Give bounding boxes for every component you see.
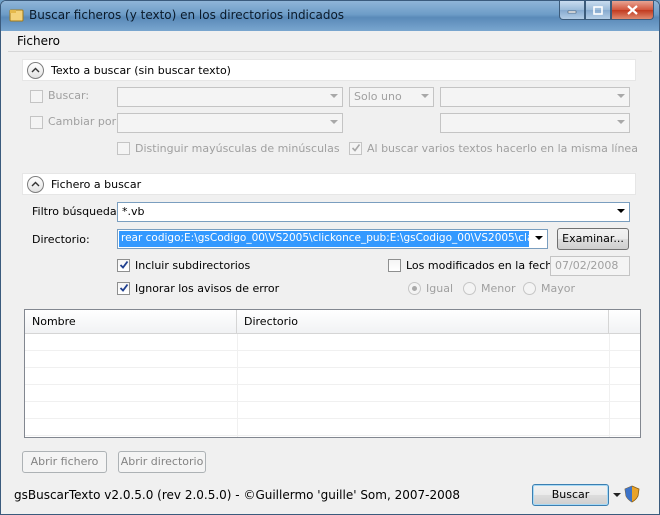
maximize-button[interactable] — [585, 1, 611, 20]
filtro-combo[interactable]: *.vb — [117, 202, 630, 222]
texto-group-header: Texto a buscar (sin buscar texto) — [22, 59, 636, 81]
checkmark-icon — [119, 260, 129, 269]
chevron-down-icon — [330, 94, 338, 98]
cambiar-checkbox[interactable] — [30, 116, 43, 129]
modificados-checkbox[interactable] — [388, 259, 401, 272]
close-icon — [627, 5, 638, 15]
chevron-down-icon — [421, 94, 429, 98]
fichero-collapse-button[interactable] — [27, 175, 44, 193]
abrir-directorio-button[interactable]: Abrir directorio — [118, 451, 206, 473]
table-row — [25, 402, 640, 419]
chevron-down-icon — [330, 120, 338, 124]
ignorar-checkbox[interactable] — [117, 282, 130, 295]
distinguir-checkbox[interactable] — [117, 142, 130, 155]
minimize-button[interactable] — [559, 1, 585, 20]
igual-radio[interactable] — [408, 282, 421, 295]
fecha-field[interactable]: 07/02/2008 — [550, 256, 630, 276]
chevron-up-icon — [31, 67, 40, 73]
modo-combo[interactable]: Solo uno — [349, 87, 434, 107]
distinguir-label: Distinguir mayúsculas de minúsculas — [135, 142, 340, 155]
texto-collapse-button[interactable] — [27, 61, 44, 79]
app-icon — [9, 9, 24, 22]
mayor-radio[interactable] — [523, 282, 536, 295]
minimize-icon — [567, 10, 577, 14]
table-row — [25, 334, 640, 351]
texto-group-title: Texto a buscar (sin buscar texto) — [51, 63, 231, 77]
title-bar[interactable]: Buscar ficheros (y texto) en los directo… — [1, 1, 659, 31]
misma-linea-checkbox[interactable] — [349, 142, 362, 155]
misma-linea-label: Al buscar varios textos hacerlo en la mi… — [367, 142, 638, 155]
mayor-label: Mayor — [541, 282, 575, 295]
close-button[interactable] — [611, 1, 654, 20]
menu-fichero[interactable]: Fichero — [17, 34, 60, 48]
ignorar-label: Ignorar los avisos de error — [135, 282, 280, 295]
chevron-up-icon — [31, 181, 40, 187]
cambiar-label: Cambiar por: — [48, 115, 120, 128]
directorio-label: Directorio: — [32, 233, 90, 246]
buscar-combo[interactable] — [117, 87, 343, 107]
igual-label: Igual — [426, 282, 453, 295]
chevron-down-icon — [617, 94, 625, 98]
table-row — [25, 419, 640, 436]
checkmark-icon — [119, 283, 129, 292]
table-row — [25, 368, 640, 385]
buscar-secundario-combo[interactable] — [440, 87, 630, 107]
chevron-down-icon — [617, 209, 625, 213]
cambiar-combo[interactable] — [117, 113, 343, 133]
window-title: Buscar ficheros (y texto) en los directo… — [29, 8, 345, 22]
column-directorio[interactable]: Directorio — [237, 310, 609, 334]
examinar-button[interactable]: Examinar... — [557, 228, 629, 250]
chevron-down-icon — [617, 120, 625, 124]
fichero-group-title: Fichero a buscar — [51, 177, 142, 191]
buscar-button[interactable]: Buscar — [532, 484, 609, 506]
subdirectorios-label: Incluir subdirectorios — [135, 259, 251, 272]
abrir-fichero-button[interactable]: Abrir fichero — [22, 451, 107, 473]
app-window: Buscar ficheros (y texto) en los directo… — [0, 0, 660, 515]
status-text: gsBuscarTexto v2.0.5.0 (rev 2.0.5.0) - ©… — [14, 488, 461, 502]
results-header: Nombre Directorio — [25, 310, 640, 334]
buscar-checkbox[interactable] — [30, 90, 43, 103]
directorio-combo[interactable]: rear codigo;E:\gsCodigo_00\VS2005\clicko… — [117, 229, 548, 249]
menor-radio[interactable] — [463, 282, 476, 295]
subdirectorios-checkbox[interactable] — [117, 259, 130, 272]
client-area: Fichero Texto a buscar (sin buscar texto… — [8, 31, 652, 509]
menu-bar: Fichero — [8, 31, 652, 52]
fichero-group-header: Fichero a buscar — [22, 173, 636, 195]
maximize-icon — [593, 5, 603, 15]
column-nombre[interactable]: Nombre — [25, 310, 237, 334]
cambiar-secundario-combo[interactable] — [440, 113, 630, 133]
table-row — [25, 351, 640, 368]
chevron-down-icon — [535, 236, 543, 240]
table-row — [25, 385, 640, 402]
menor-label: Menor — [481, 282, 516, 295]
buscar-label: Buscar: — [48, 89, 90, 102]
filtro-label: Filtro búsqueda: — [32, 205, 121, 218]
shield-icon — [624, 485, 640, 503]
caption-buttons — [559, 1, 654, 20]
modificados-label: Los modificados en la fecha: — [406, 259, 563, 272]
checkmark-icon — [351, 144, 361, 152]
directorio-selected-text: rear codigo;E:\gsCodigo_00\VS2005\clicko… — [119, 231, 529, 247]
dropdown-arrow-icon[interactable] — [612, 491, 622, 499]
results-list[interactable]: Nombre Directorio — [24, 309, 641, 438]
